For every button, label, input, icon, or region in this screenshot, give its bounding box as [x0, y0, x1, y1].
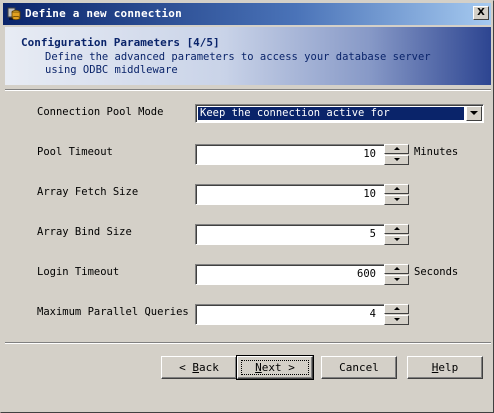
cancel-button[interactable]: Cancel — [321, 356, 397, 379]
cancel-label: Cancel — [339, 361, 379, 374]
login-timeout-input[interactable]: 600 — [195, 264, 385, 285]
pool-mode-dropdown[interactable]: Keep the connection active for — [195, 104, 484, 123]
max-parallel-queries-stepper: 4 — [195, 304, 410, 325]
chevron-down-icon[interactable] — [466, 106, 482, 121]
spin-up-icon[interactable] — [384, 304, 409, 314]
spin-down-icon[interactable] — [384, 275, 409, 285]
spin-up-icon[interactable] — [384, 144, 409, 154]
pool-timeout-stepper: 10 — [195, 144, 410, 165]
pool-timeout-input[interactable]: 10 — [195, 144, 385, 165]
help-button[interactable]: Help — [407, 356, 483, 379]
step-description: Define the advanced parameters to access… — [45, 51, 431, 76]
footer-divider — [5, 342, 491, 344]
pool-mode-value: Keep the connection active for — [198, 107, 464, 120]
window-title: Define a new connection — [25, 7, 182, 20]
title-bar[interactable]: Define a new connection X — [3, 3, 491, 25]
database-connection-icon — [7, 7, 21, 20]
array-fetch-size-stepper: 10 — [195, 184, 410, 205]
array-bind-size-label: Array Bind Size — [37, 226, 132, 238]
next-button[interactable]: Next > — [236, 355, 314, 380]
spin-down-icon[interactable] — [384, 235, 409, 245]
help-label: elp — [438, 361, 459, 374]
wizard-header: Configuration Parameters [4/5] Define th… — [5, 27, 491, 85]
close-button[interactable]: X — [473, 6, 489, 20]
login-timeout-unit: Seconds — [414, 266, 459, 278]
login-timeout-stepper: 600 — [195, 264, 410, 285]
pool-mode-label: Connection Pool Mode — [37, 106, 164, 118]
spin-down-icon[interactable] — [384, 155, 409, 165]
header-divider — [5, 89, 491, 91]
array-bind-size-stepper: 5 — [195, 224, 410, 245]
spin-up-icon[interactable] — [384, 184, 409, 194]
array-fetch-size-label: Array Fetch Size — [37, 186, 139, 198]
back-button[interactable]: < Back — [161, 356, 237, 379]
array-bind-size-input[interactable]: 5 — [195, 224, 385, 245]
close-icon: X — [477, 7, 485, 18]
back-label: ack — [199, 361, 219, 374]
array-fetch-size-input[interactable]: 10 — [195, 184, 385, 205]
back-arrow: < — [179, 361, 186, 374]
pool-timeout-unit: Minutes — [414, 146, 459, 158]
pool-timeout-label: Pool Timeout — [37, 146, 113, 158]
back-accel: B — [192, 361, 199, 374]
dialog-window: Define a new connection X Configuration … — [0, 0, 494, 413]
spin-down-icon[interactable] — [384, 315, 409, 325]
max-parallel-queries-label: Maximum Parallel Queries — [37, 306, 189, 318]
step-title: Configuration Parameters [4/5] — [21, 36, 220, 49]
spin-up-icon[interactable] — [384, 224, 409, 234]
max-parallel-queries-input[interactable]: 4 — [195, 304, 385, 325]
spin-up-icon[interactable] — [384, 264, 409, 274]
login-timeout-label: Login Timeout — [37, 266, 120, 278]
spin-down-icon[interactable] — [384, 195, 409, 205]
focus-rect — [241, 360, 309, 375]
